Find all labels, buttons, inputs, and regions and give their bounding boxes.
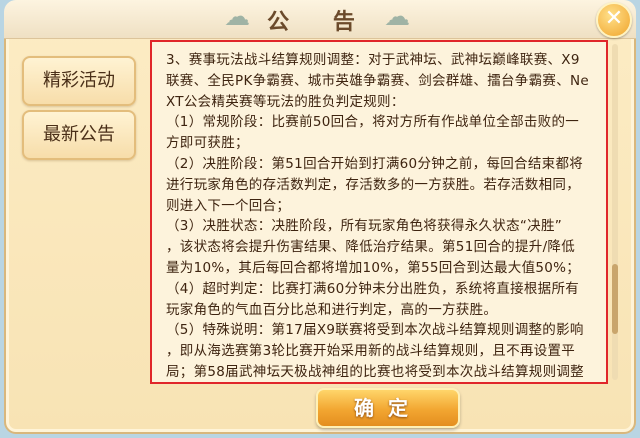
sidebar-item-label: 精彩活动: [43, 70, 115, 91]
confirm-button[interactable]: 确定: [316, 388, 460, 428]
sidebar-item-announcements[interactable]: 最新公告: [22, 110, 136, 160]
content-line: ，该状态将会提升伤害结果、降低治疗结果。第51回合的提升/降低: [166, 239, 576, 256]
content-line: ，即从海选赛第3轮比赛开始采用新的战斗结算规则，且不再设置平: [166, 343, 576, 360]
content-scrollbar[interactable]: [612, 44, 618, 380]
content-line: （1）常规阶段：比赛前50回合，将对方所有作战单位全部击败的一: [166, 114, 580, 131]
content-line: 量为10%，其后每回合都将增加10%，第55回合到达最大值50%；: [166, 259, 581, 276]
content-line: 则进入下一个回合；: [166, 197, 291, 214]
content-line: （4）超时判定：比赛打满60分钟未分出胜负，系统将直接根据所有: [166, 280, 580, 297]
dialog-title-bar: ☁ 公 告 ☁ ✕: [4, 0, 636, 39]
scrollbar-thumb[interactable]: [612, 264, 618, 334]
content-line: （2）决胜阶段：第51回合开始到打满60分钟之前，每回合结束都将: [166, 155, 584, 172]
cloud-ornament-icon: ☁: [384, 2, 410, 32]
content-line: 进行玩家角色的存活数判定，存活数多的一方获胜。若存活数相同，: [166, 176, 580, 193]
content-line: 玩家角色的气血百分比总和进行判定，高的一方获胜。: [166, 301, 498, 318]
dialog-title: 公 告: [267, 9, 373, 35]
content-line: 方即可获胜；: [166, 135, 249, 152]
sidebar-item-label: 最新公告: [43, 124, 115, 145]
sidebar-item-events[interactable]: 精彩活动: [22, 56, 136, 106]
content-line: 联赛、全民PK争霸赛、城市英雄争霸赛、剑会群雄、擂台争霸赛、Ne: [166, 72, 589, 89]
content-line: 3、赛事玩法战斗结算规则调整：对于武神坛、武神坛巅峰联赛、X9: [166, 52, 580, 68]
content-line: （3）决胜状态：决胜阶段，所有玩家角色将获得永久状态“决胜”: [166, 218, 563, 235]
content-line: （5）特殊说明：第17届X9联赛将受到本次战斗结算规则调整的影响: [166, 322, 584, 339]
close-icon: ✕: [604, 6, 624, 31]
content-line: XT公会精英赛等玩法的胜负判定规则：: [166, 93, 405, 110]
announcement-content[interactable]: 3、赛事玩法战斗结算规则调整：对于武神坛、武神坛巅峰联赛、X9 联赛、全民PK争…: [150, 40, 608, 384]
content-line: 局；第58届武神坛天极战神组的比赛也将受到本次战斗结算规则调整: [166, 363, 584, 380]
close-button[interactable]: ✕: [596, 2, 632, 38]
